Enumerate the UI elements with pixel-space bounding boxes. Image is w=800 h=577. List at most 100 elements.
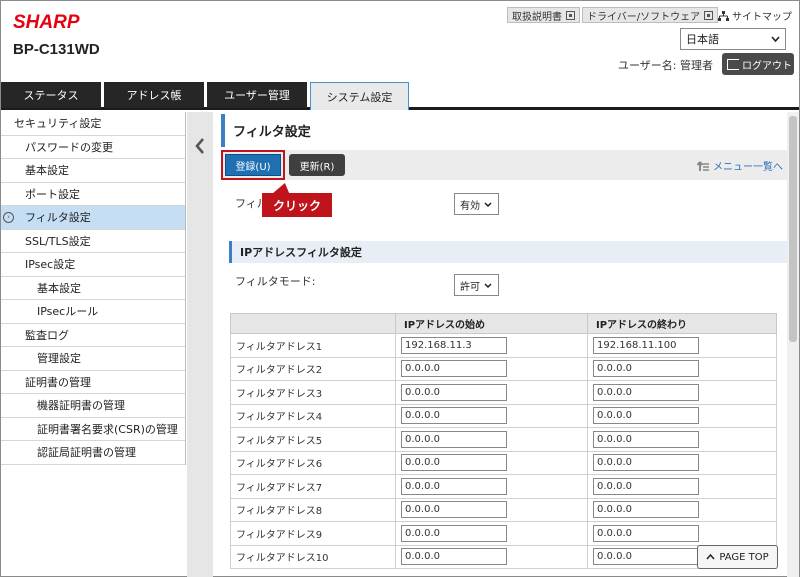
external-link-icon bbox=[566, 10, 575, 20]
ip-end-input[interactable]: 0.0.0.0 bbox=[593, 430, 699, 448]
ip-filter-table: IPアドレスの始め IPアドレスの終わり フィルタアドレス1 192.168.11… bbox=[230, 313, 777, 569]
sidebar-item-port-settings[interactable]: ポート設定 bbox=[1, 182, 186, 206]
logout-label: ログアウト bbox=[742, 60, 792, 72]
table-cell: 0.0.0.0 bbox=[395, 356, 588, 381]
table-row: フィルタアドレス4 0.0.0.0 0.0.0.0 bbox=[230, 403, 777, 428]
sidebar-item-basic-settings[interactable]: 基本設定 bbox=[1, 159, 186, 183]
register-button[interactable]: 登録(U) bbox=[225, 154, 281, 176]
filter-mode-value: 許可 bbox=[460, 281, 480, 293]
ip-start-input[interactable]: 0.0.0.0 bbox=[401, 383, 507, 401]
chevron-down-icon bbox=[771, 36, 780, 42]
ip-start-input[interactable]: 0.0.0.0 bbox=[401, 454, 507, 472]
tab-user-management[interactable]: ユーザー管理 bbox=[207, 82, 307, 108]
sidebar-item-device-certificate[interactable]: 機器証明書の管理 bbox=[1, 394, 186, 418]
table-cell: 0.0.0.0 bbox=[587, 474, 777, 499]
ip-end-input[interactable]: 0.0.0.0 bbox=[593, 477, 699, 495]
sitemap-link[interactable]: サイトマップ bbox=[718, 8, 792, 23]
chevron-left-icon[interactable] bbox=[194, 137, 206, 155]
table-cell: 0.0.0.0 bbox=[587, 380, 777, 405]
tab-system-settings[interactable]: システム設定 bbox=[310, 82, 409, 110]
filter-address-label: フィルタアドレス4 bbox=[230, 403, 396, 428]
sidebar-item-label: フィルタ設定 bbox=[25, 211, 91, 225]
filter-address-label: フィルタアドレス7 bbox=[230, 474, 396, 499]
logout-icon bbox=[727, 58, 739, 70]
filter-mode-select[interactable]: 許可 bbox=[454, 274, 499, 296]
table-row: フィルタアドレス10 0.0.0.0 0.0.0.0 bbox=[230, 544, 777, 569]
logout-button[interactable]: ログアウト bbox=[722, 53, 794, 75]
manual-label: 取扱説明書 bbox=[512, 11, 562, 23]
menu-list-link[interactable]: メニュー一覧へ bbox=[697, 158, 783, 173]
ip-end-input[interactable]: 0.0.0.0 bbox=[593, 360, 699, 378]
ip-filter-section-title: IPアドレスフィルタ設定 bbox=[229, 241, 787, 263]
ip-end-input[interactable]: 192.168.11.100 bbox=[593, 336, 699, 354]
chevron-up-icon bbox=[706, 554, 715, 560]
sidebar-item-ipsec[interactable]: IPsec設定 bbox=[1, 253, 186, 277]
language-select[interactable]: 日本語 bbox=[680, 28, 786, 50]
ip-start-input[interactable]: 192.168.11.3 bbox=[401, 336, 507, 354]
table-row: フィルタアドレス7 0.0.0.0 0.0.0.0 bbox=[230, 474, 777, 499]
ip-end-input[interactable]: 0.0.0.0 bbox=[593, 524, 699, 542]
ip-start-input[interactable]: 0.0.0.0 bbox=[401, 360, 507, 378]
table-cell: 0.0.0.0 bbox=[587, 450, 777, 475]
sidebar-item-audit-log[interactable]: 監査ログ bbox=[1, 323, 186, 347]
ip-start-input[interactable]: 0.0.0.0 bbox=[401, 548, 507, 566]
filter-address-label: フィルタアドレス1 bbox=[230, 333, 396, 358]
scrollbar[interactable] bbox=[787, 112, 799, 577]
manual-button[interactable]: 取扱説明書 bbox=[507, 7, 580, 23]
sidebar-collapse-strip[interactable] bbox=[187, 112, 213, 577]
table-header: IPアドレスの始め bbox=[395, 313, 588, 334]
table-row: フィルタアドレス6 0.0.0.0 0.0.0.0 bbox=[230, 450, 777, 475]
sidebar-item-ipsec-rules[interactable]: IPsecルール bbox=[1, 300, 186, 324]
sidebar-item-password-change[interactable]: パスワードの変更 bbox=[1, 135, 186, 159]
driver-software-button[interactable]: ドライバー/ソフトウェア bbox=[582, 7, 719, 23]
table-row: フィルタアドレス2 0.0.0.0 0.0.0.0 bbox=[230, 356, 777, 381]
filter-enable-value: 有効 bbox=[460, 200, 480, 212]
table-cell: 0.0.0.0 bbox=[395, 544, 588, 569]
main-tabs: ステータス アドレス帳 ユーザー管理 システム設定 bbox=[1, 82, 799, 110]
table-row: フィルタアドレス1 192.168.11.3 192.168.11.100 bbox=[230, 333, 777, 358]
table-row: フィルタアドレス3 0.0.0.0 0.0.0.0 bbox=[230, 380, 777, 405]
table-header: IPアドレスの終わり bbox=[587, 313, 777, 334]
tab-address-book[interactable]: アドレス帳 bbox=[104, 82, 204, 108]
return-arrow-icon bbox=[697, 161, 709, 171]
table-cell: 0.0.0.0 bbox=[395, 497, 588, 522]
sidebar: セキュリティ設定 パスワードの変更 基本設定 ポート設定 › フィルタ設定 SS… bbox=[1, 112, 186, 465]
sidebar-item-ca-certificate[interactable]: 認証局証明書の管理 bbox=[1, 441, 186, 465]
table-cell: 192.168.11.100 bbox=[587, 333, 777, 358]
filter-address-label: フィルタアドレス6 bbox=[230, 450, 396, 475]
model-name: BP-C131WD bbox=[13, 41, 100, 58]
tab-status[interactable]: ステータス bbox=[1, 82, 101, 108]
sidebar-item-ipsec-basic[interactable]: 基本設定 bbox=[1, 276, 186, 300]
sidebar-item-csr[interactable]: 証明書署名要求(CSR)の管理 bbox=[1, 417, 186, 441]
ip-end-input[interactable]: 0.0.0.0 bbox=[593, 407, 699, 425]
menu-list-label: メニュー一覧へ bbox=[713, 162, 783, 173]
sidebar-item-audit-management[interactable]: 管理設定 bbox=[1, 347, 186, 371]
table-header bbox=[230, 313, 396, 334]
click-callout: クリック bbox=[262, 193, 332, 217]
chevron-down-icon bbox=[484, 282, 492, 288]
update-button[interactable]: 更新(R) bbox=[289, 154, 345, 176]
ip-end-input[interactable]: 0.0.0.0 bbox=[593, 454, 699, 472]
filter-address-label: フィルタアドレス10 bbox=[230, 544, 396, 569]
sidebar-item-security-settings[interactable]: セキュリティ設定 bbox=[1, 112, 186, 136]
ip-start-input[interactable]: 0.0.0.0 bbox=[401, 407, 507, 425]
ip-end-input[interactable]: 0.0.0.0 bbox=[593, 501, 699, 519]
ip-start-input[interactable]: 0.0.0.0 bbox=[401, 430, 507, 448]
ip-end-input[interactable]: 0.0.0.0 bbox=[593, 548, 699, 566]
table-cell: 0.0.0.0 bbox=[395, 521, 588, 546]
ip-end-input[interactable]: 0.0.0.0 bbox=[593, 383, 699, 401]
ip-start-input[interactable]: 0.0.0.0 bbox=[401, 477, 507, 495]
page-top-button[interactable]: PAGE TOP bbox=[697, 545, 778, 569]
filter-enable-select[interactable]: 有効 bbox=[454, 193, 499, 215]
sidebar-item-ssl-tls[interactable]: SSL/TLS設定 bbox=[1, 229, 186, 253]
scroll-thumb[interactable] bbox=[789, 116, 797, 342]
table-cell: 192.168.11.3 bbox=[395, 333, 588, 358]
ip-start-input[interactable]: 0.0.0.0 bbox=[401, 501, 507, 519]
ip-start-input[interactable]: 0.0.0.0 bbox=[401, 524, 507, 542]
sidebar-item-certificate-management[interactable]: 証明書の管理 bbox=[1, 370, 186, 394]
sidebar-item-filter-settings[interactable]: › フィルタ設定 bbox=[1, 206, 186, 230]
page-top-label: PAGE TOP bbox=[719, 551, 769, 563]
table-cell: 0.0.0.0 bbox=[587, 403, 777, 428]
table-cell: 0.0.0.0 bbox=[395, 403, 588, 428]
current-page-marker-icon: › bbox=[3, 212, 14, 223]
